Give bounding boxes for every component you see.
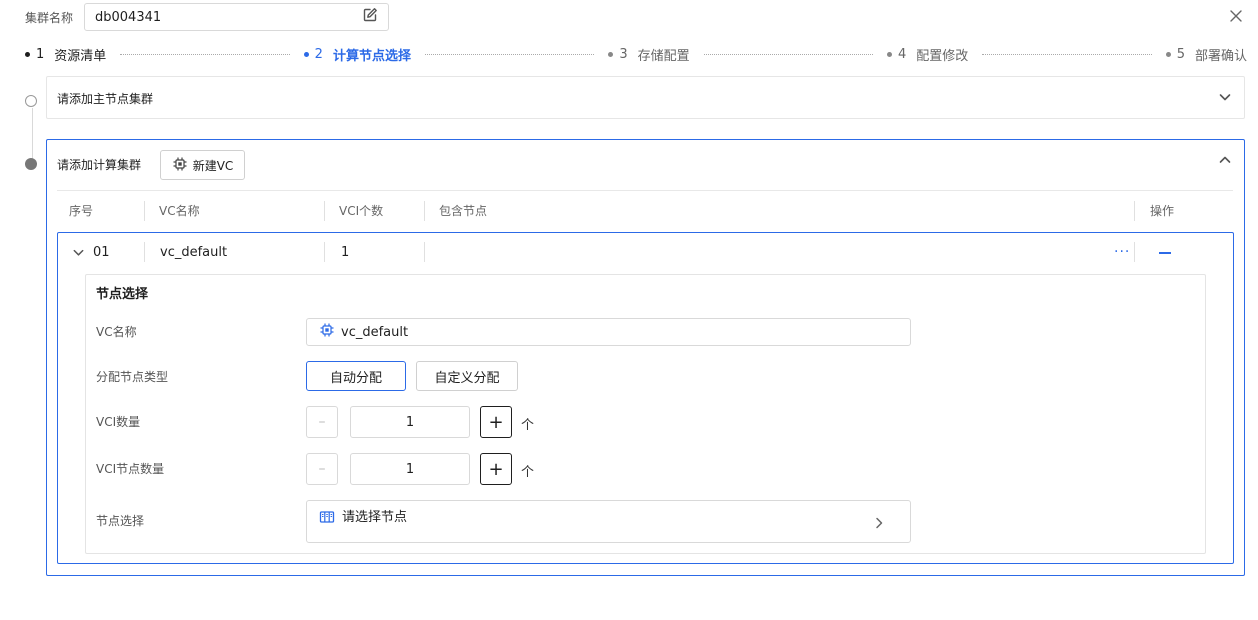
chevron-down-icon[interactable] bbox=[1218, 90, 1232, 104]
vci-count-increment-button[interactable]: + bbox=[480, 406, 512, 438]
timeline-dot-master bbox=[25, 95, 37, 107]
server-icon bbox=[319, 510, 335, 530]
vci-node-count-label: VCI节点数量 bbox=[96, 462, 165, 476]
step-connector bbox=[982, 53, 1152, 55]
remove-row-button[interactable] bbox=[1159, 252, 1171, 254]
new-vc-button[interactable]: 新建VC bbox=[160, 150, 245, 180]
master-cluster-panel[interactable]: 请添加主节点集群 bbox=[46, 76, 1245, 119]
node-select-field[interactable]: 请选择节点 bbox=[306, 500, 911, 543]
column-header-vc-name: VC名称 bbox=[159, 204, 200, 218]
vci-count-decrement-button[interactable]: – bbox=[306, 406, 338, 438]
cluster-name-value: db004341 bbox=[95, 9, 162, 25]
step-4[interactable]: 4 配置修改 bbox=[887, 45, 968, 64]
step-dot bbox=[608, 51, 614, 57]
row-vci-count: 1 bbox=[341, 245, 350, 260]
step-dot bbox=[303, 51, 309, 57]
step-5[interactable]: 5 部署确认 bbox=[1165, 45, 1247, 64]
column-header-actions: 操作 bbox=[1150, 204, 1175, 218]
step-2[interactable]: 2 计算节点选择 bbox=[303, 45, 411, 64]
column-header-vci-count: VCI个数 bbox=[339, 204, 384, 218]
column-separator bbox=[324, 201, 325, 221]
vci-count-unit: 个 bbox=[521, 418, 535, 433]
column-header-nodes: 包含节点 bbox=[439, 204, 488, 218]
step-connector bbox=[424, 53, 595, 55]
vc-name-input[interactable]: vc_default bbox=[306, 318, 911, 346]
step-dot bbox=[1165, 51, 1171, 57]
compute-cluster-title: 请添加计算集群 bbox=[57, 158, 142, 172]
panel-divider bbox=[57, 190, 1233, 191]
chevron-up-icon[interactable] bbox=[1218, 153, 1232, 167]
node-select-label: 节点选择 bbox=[96, 514, 145, 528]
row-index: 01 bbox=[93, 245, 110, 260]
close-icon[interactable] bbox=[1228, 8, 1244, 24]
column-separator bbox=[424, 201, 425, 221]
step-dot bbox=[887, 51, 893, 57]
vci-node-count-decrement-button[interactable]: – bbox=[306, 453, 338, 485]
cluster-name-label: 集群名称 bbox=[25, 11, 74, 25]
step-dot bbox=[25, 51, 30, 57]
step-1[interactable]: 1 资源清单 bbox=[25, 45, 106, 64]
vc-name-label: VC名称 bbox=[96, 325, 137, 339]
cluster-name-input[interactable]: db004341 bbox=[84, 3, 389, 31]
timeline-line bbox=[32, 108, 33, 164]
alloc-type-label: 分配节点类型 bbox=[96, 370, 169, 384]
custom-alloc-button[interactable]: 自定义分配 bbox=[416, 361, 518, 391]
step-3[interactable]: 3 存储配置 bbox=[608, 45, 690, 64]
vci-count-label: VCI数量 bbox=[96, 415, 141, 429]
vci-count-input[interactable]: 1 bbox=[350, 406, 470, 438]
chip-icon bbox=[319, 322, 335, 342]
column-separator bbox=[424, 242, 425, 262]
node-selection-title: 节点选择 bbox=[96, 287, 149, 302]
more-icon[interactable]: ··· bbox=[1114, 244, 1130, 260]
master-cluster-title: 请添加主节点集群 bbox=[57, 92, 154, 106]
node-select-placeholder: 请选择节点 bbox=[342, 510, 408, 525]
chip-icon bbox=[172, 156, 188, 175]
column-separator bbox=[324, 242, 325, 262]
column-header-index: 序号 bbox=[69, 204, 94, 218]
vci-node-count-increment-button[interactable]: + bbox=[480, 453, 512, 485]
chevron-down-icon[interactable] bbox=[72, 246, 85, 263]
auto-alloc-button[interactable]: 自动分配 bbox=[306, 361, 406, 391]
column-separator bbox=[1134, 242, 1135, 262]
row-vc-name: vc_default bbox=[160, 245, 228, 260]
step-connector bbox=[120, 53, 290, 55]
step-bar: 1 资源清单 2 计算节点选择 3 存储配置 4 配置修改 5 部署确认 bbox=[25, 44, 1247, 64]
timeline-dot-compute bbox=[25, 158, 37, 170]
edit-icon[interactable] bbox=[362, 7, 378, 27]
step-connector bbox=[703, 53, 874, 55]
chevron-right-icon bbox=[873, 516, 885, 534]
vci-node-count-input[interactable]: 1 bbox=[350, 453, 470, 485]
column-separator bbox=[144, 242, 145, 262]
vc-name-value: vc_default bbox=[341, 324, 409, 340]
column-separator bbox=[1134, 201, 1135, 221]
vci-node-count-unit: 个 bbox=[521, 465, 535, 480]
column-separator bbox=[144, 201, 145, 221]
